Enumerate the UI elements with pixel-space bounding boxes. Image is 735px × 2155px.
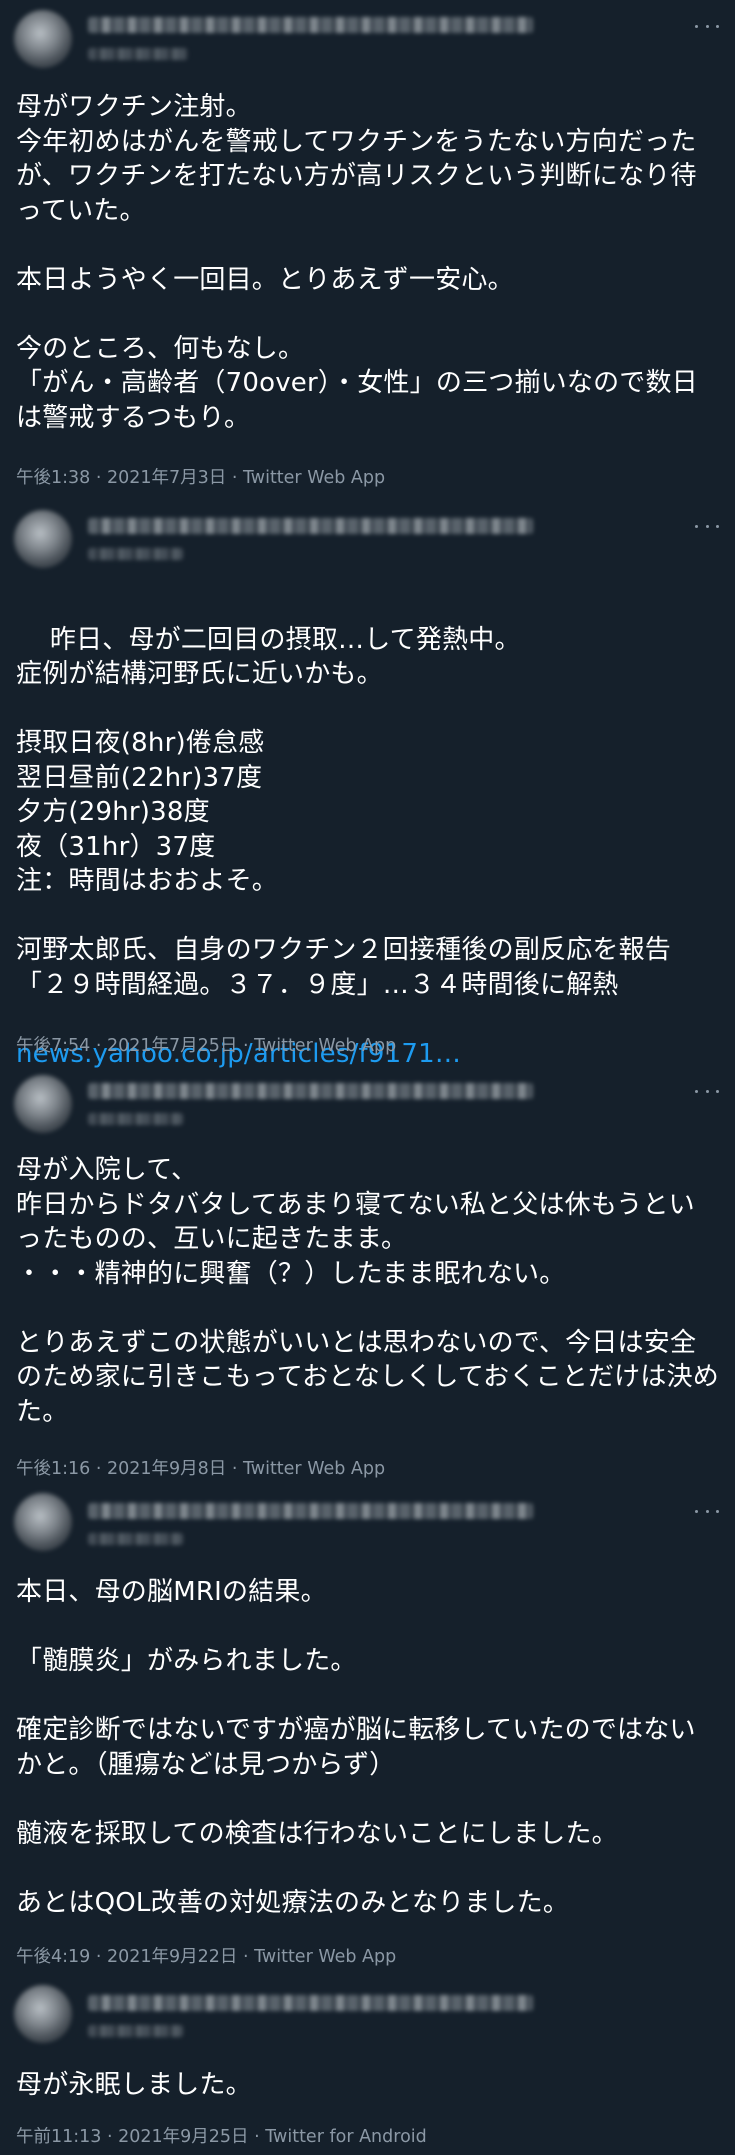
- blurred-display-name[interactable]: [88, 1083, 533, 1099]
- avatar[interactable]: [14, 1075, 72, 1133]
- tweet-text: 本日、母の脳MRIの結果。 「髄膜炎」がみられました。 確定診断ではないですが癌…: [16, 1577, 696, 1918]
- avatar[interactable]: [14, 1493, 72, 1551]
- blurred-display-name[interactable]: [88, 518, 533, 534]
- tweet-5: 母が永眠しました。 午前11:13 · 2021年9月25日 · Twitter…: [0, 1985, 735, 2155]
- tweet-3: 母が入院して、 昨日からドタバタしてあまり寝てない私と父は休もうといったものの、…: [0, 1065, 735, 1485]
- tweet-text: 母がワクチン注射。 今年初めはがんを警戒してワクチンをうたない方向だったが、ワク…: [16, 92, 698, 433]
- tweet-timestamp[interactable]: 午後7:54 · 2021年7月25日 · Twitter Web App: [16, 1032, 396, 1057]
- blurred-username: [88, 48, 188, 60]
- tweet-2: 昨日、母が二回目の摂取…して発熱中。 症例が結構河野氏に近いかも。 摂取日夜(8…: [0, 500, 735, 1069]
- avatar[interactable]: [14, 510, 72, 568]
- blurred-username: [88, 548, 183, 560]
- blurred-display-name[interactable]: [88, 1995, 533, 2011]
- more-options-icon[interactable]: [695, 1503, 719, 1519]
- blurred-username: [88, 2025, 183, 2037]
- avatar[interactable]: [14, 1985, 72, 2043]
- blurred-display-name[interactable]: [88, 17, 533, 33]
- more-options-icon[interactable]: [695, 18, 719, 34]
- tweet-timestamp[interactable]: 午後1:16 · 2021年9月8日 · Twitter Web App: [16, 1455, 385, 1480]
- tweet-1: 母がワクチン注射。 今年初めはがんを警戒してワクチンをうたない方向だったが、ワク…: [0, 0, 735, 500]
- blurred-username: [88, 1533, 183, 1545]
- tweet-4: 本日、母の脳MRIの結果。 「髄膜炎」がみられました。 確定診断ではないですが癌…: [0, 1485, 735, 1985]
- avatar[interactable]: [14, 10, 72, 68]
- tweet-timestamp[interactable]: 午後1:38 · 2021年7月3日 · Twitter Web App: [16, 464, 385, 489]
- blurred-display-name[interactable]: [88, 1503, 533, 1519]
- tweet-text: 母が永眠しました。: [16, 2070, 252, 2100]
- tweet-text: 昨日、母が二回目の摂取…して発熱中。 症例が結構河野氏に近いかも。 摂取日夜(8…: [16, 588, 721, 1140]
- tweet-timestamp[interactable]: 午後4:19 · 2021年9月22日 · Twitter Web App: [16, 1943, 396, 1968]
- more-options-icon[interactable]: [695, 1083, 719, 1099]
- blurred-username: [88, 1113, 183, 1125]
- tweet-text: 母が入院して、 昨日からドタバタしてあまり寝てない私と父は休もうといったものの、…: [16, 1155, 719, 1427]
- tweet-body: 昨日、母が二回目の摂取…して発熱中。 症例が結構河野氏に近いかも。 摂取日夜(8…: [16, 624, 672, 1000]
- more-options-icon[interactable]: [695, 518, 719, 534]
- tweet-timestamp[interactable]: 午前11:13 · 2021年9月25日 · Twitter for Andro…: [16, 2123, 427, 2148]
